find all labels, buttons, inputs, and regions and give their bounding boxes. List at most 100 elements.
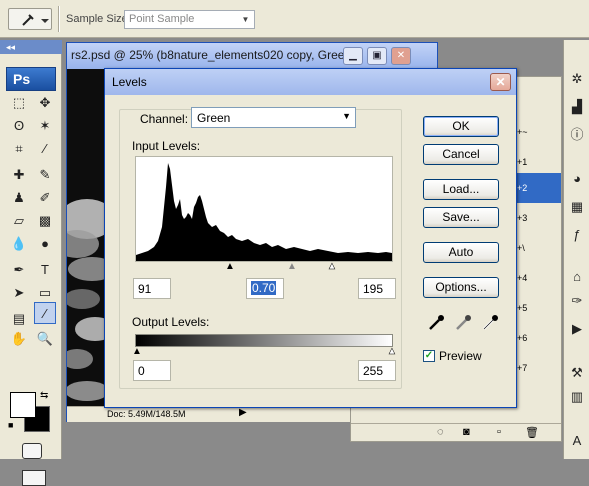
hand-tool-icon[interactable]: ✋ <box>8 328 30 350</box>
channel-row[interactable]: +5 <box>511 293 561 323</box>
marquee-tool-icon[interactable]: ⬚ <box>8 92 30 114</box>
slice-tool-icon[interactable]: ⁄ <box>34 138 56 160</box>
channel-row[interactable]: +7 <box>511 353 561 383</box>
tool-preset-picker[interactable] <box>8 8 52 30</box>
panel-footer: ◌ ◙ ▫ 🗑 <box>351 423 561 441</box>
output-gradient <box>135 334 393 347</box>
dodge-tool-icon[interactable]: ● <box>34 233 56 255</box>
preview-checkbox[interactable]: ✓ <box>423 350 435 362</box>
channel-row[interactable]: +4 <box>511 263 561 293</box>
save-button[interactable]: Save... <box>423 207 499 228</box>
output-white-field[interactable]: 255 <box>358 360 396 381</box>
minimize-icon[interactable]: ▁ <box>343 47 363 65</box>
notes-tool-icon[interactable]: ▤ <box>8 308 30 330</box>
info-icon[interactable]: ⓘ <box>568 126 586 144</box>
input-gamma-value: 0.70 <box>251 281 277 295</box>
histogram-graph: ALFOART.COM <box>136 163 396 261</box>
histogram: ALFOART.COM <box>135 156 396 262</box>
histogram-icon[interactable]: ▟ <box>568 98 586 116</box>
channel-row[interactable]: +\ <box>511 233 561 263</box>
chevron-down-icon: ▼ <box>342 111 351 121</box>
load-button[interactable]: Load... <box>423 179 499 200</box>
blur-tool-icon[interactable]: 💧 <box>8 233 30 255</box>
eraser-tool-icon[interactable]: ▱ <box>8 210 30 232</box>
foreground-color-swatch[interactable] <box>10 392 36 418</box>
eyedropper-icon <box>22 14 49 26</box>
new-channel-icon[interactable]: ▫ <box>497 426 501 438</box>
output-black-slider[interactable]: ▲ <box>132 346 142 357</box>
auto-button[interactable]: Auto <box>423 242 499 263</box>
maximize-icon[interactable]: ▣ <box>367 47 387 65</box>
output-white-slider[interactable]: ▲ <box>387 346 397 358</box>
sample-size-select[interactable]: Point Sample ▼ <box>124 10 255 29</box>
path-selection-tool-icon[interactable]: ➤ <box>8 282 30 304</box>
history-brush-tool-icon[interactable]: ✐ <box>34 187 56 209</box>
delete-channel-icon[interactable]: 🗑 <box>525 426 539 439</box>
magic-wand-tool-icon[interactable]: ✶ <box>34 115 56 137</box>
close-icon[interactable]: ✕ <box>490 73 511 91</box>
black-eyedropper-icon[interactable] <box>427 314 445 332</box>
preview-label: Preview <box>439 349 482 363</box>
actions-icon[interactable]: ▶ <box>568 320 586 338</box>
ok-button[interactable]: OK <box>423 116 499 137</box>
options-button[interactable]: Options... <box>423 277 499 298</box>
chevron-down-icon: ▼ <box>241 15 250 24</box>
gray-eyedropper-icon[interactable] <box>454 314 472 332</box>
dialog-title: Levels <box>105 69 516 95</box>
lasso-tool-icon[interactable]: ʘ <box>8 115 30 137</box>
toolbox: ◂◂ Ps ⬚ ✥ ʘ ✶ ⌗ ⁄ ✚ ✎ ♟ ✐ ▱ ▩ 💧 ● ✒ T ➤ … <box>0 40 62 486</box>
zoom-tool-icon[interactable]: 🔍 <box>34 328 56 350</box>
screen-mode-button[interactable] <box>22 470 46 486</box>
panel-dock-bottom: ⌂ ✑ ▶ ⚒ ▥ A <box>563 262 589 459</box>
default-colors-icon[interactable]: ■ <box>8 420 13 430</box>
output-levels-label: Output Levels: <box>132 315 210 329</box>
pen-tool-icon[interactable]: ✒ <box>8 259 30 281</box>
channel-row[interactable]: +~ <box>511 117 561 147</box>
move-tool-icon[interactable]: ✥ <box>34 92 56 114</box>
styles-icon[interactable]: ƒ <box>568 226 586 244</box>
ps-logo: Ps <box>6 67 56 91</box>
character-icon[interactable]: A <box>568 432 586 450</box>
type-tool-icon[interactable]: T <box>34 259 56 281</box>
brush-tool-icon[interactable]: ✎ <box>34 164 56 186</box>
layer-comps-icon[interactable]: ▥ <box>568 388 586 406</box>
input-black-field[interactable]: 91 <box>133 278 171 299</box>
brushes-icon[interactable]: ✑ <box>568 292 586 310</box>
sample-size-label: Sample Size: <box>66 13 131 25</box>
levels-dialog: Levels ✕ Channel: Green ▼ Input Levels: … <box>104 68 517 408</box>
eyedropper-tool-icon[interactable]: ⁄ <box>34 302 56 324</box>
paths-icon[interactable]: ⌂ <box>568 268 586 286</box>
input-gamma-slider[interactable]: ▲ <box>287 261 297 272</box>
swatches-icon[interactable]: ▦ <box>568 198 586 216</box>
channel-row[interactable]: +3 <box>511 203 561 233</box>
watermark-text: ALFOART.COM <box>284 222 392 239</box>
healing-brush-tool-icon[interactable]: ✚ <box>8 164 30 186</box>
close-icon[interactable]: ✕ <box>391 47 411 65</box>
crop-tool-icon[interactable]: ⌗ <box>8 138 30 160</box>
separator <box>58 6 60 32</box>
shape-tool-icon[interactable]: ▭ <box>34 282 56 304</box>
color-icon[interactable]: ◕ <box>568 170 586 188</box>
save-selection-icon[interactable]: ◙ <box>463 426 470 438</box>
status-menu-arrow-icon[interactable]: ▶ <box>239 407 247 418</box>
input-white-field[interactable]: 195 <box>358 278 396 299</box>
output-black-field[interactable]: 0 <box>133 360 171 381</box>
gradient-tool-icon[interactable]: ▩ <box>34 210 56 232</box>
toolbox-grip[interactable]: ◂◂ <box>0 40 62 54</box>
white-eyedropper-icon[interactable] <box>481 314 499 332</box>
clone-stamp-tool-icon[interactable]: ♟ <box>8 187 30 209</box>
channel-row[interactable]: +2 <box>511 173 561 203</box>
input-black-slider[interactable]: ▲ <box>225 261 235 272</box>
input-gamma-field[interactable]: 0.70 <box>246 278 284 299</box>
input-white-slider[interactable]: ▲ <box>327 261 337 273</box>
tool-presets-icon[interactable]: ⚒ <box>568 364 586 382</box>
quick-mask-button[interactable] <box>22 443 42 459</box>
input-levels-label: Input Levels: <box>132 139 201 153</box>
swap-colors-icon[interactable]: ⇆ <box>40 390 48 401</box>
channel-row[interactable]: +6 <box>511 323 561 353</box>
navigator-icon[interactable]: ✲ <box>568 70 586 88</box>
channel-label: Channel: <box>137 112 192 126</box>
cancel-button[interactable]: Cancel <box>423 144 499 165</box>
channel-select[interactable]: Green ▼ <box>191 107 356 128</box>
load-selection-icon[interactable]: ◌ <box>437 426 444 438</box>
